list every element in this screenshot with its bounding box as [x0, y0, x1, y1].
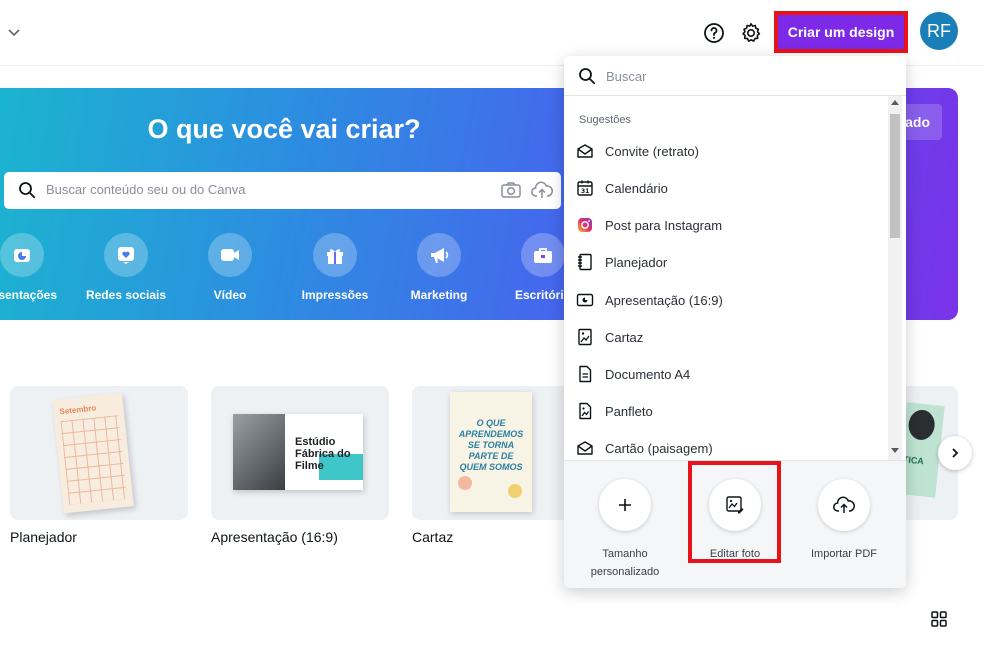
suggestion-calendar[interactable]: 31 Calendário: [576, 173, 876, 203]
document-icon: [579, 365, 592, 383]
chevron-right-icon: [952, 448, 959, 458]
import-pdf-action[interactable]: Importar PDF: [794, 479, 894, 563]
video-icon: [221, 249, 239, 261]
suggestion-instagram[interactable]: Post para Instagram: [576, 210, 876, 240]
help-icon[interactable]: [702, 21, 726, 45]
gear-icon[interactable]: [739, 21, 763, 45]
action-label: Importar PDF: [810, 548, 877, 560]
template-card-planner[interactable]: Setembro: [10, 386, 188, 520]
gift-icon: [327, 249, 343, 264]
template-label[interactable]: Planejador: [10, 529, 77, 545]
planner-icon: [578, 253, 592, 271]
template-label[interactable]: Apresentação (16:9): [211, 529, 338, 545]
suggestion-flyer[interactable]: Panfleto: [576, 396, 876, 426]
heart-icon: [118, 247, 134, 264]
suggestion-document[interactable]: Documento A4: [576, 359, 876, 389]
suggestion-planner[interactable]: Planejador: [576, 247, 876, 277]
avatar[interactable]: RF: [920, 12, 958, 50]
canva-home: Criar um design RF O que você vai criar?…: [0, 0, 984, 654]
briefcase-icon: [534, 248, 552, 263]
action-label: Tamanho personalizado: [590, 548, 660, 578]
hero-search-field[interactable]: Buscar conteúdo seu ou do Canva: [4, 172, 561, 209]
category-label: Impressões: [301, 288, 369, 302]
template-label[interactable]: Cartaz: [412, 529, 453, 545]
thumbnail-text: Setembro: [59, 403, 97, 417]
card-icon: [577, 441, 593, 455]
category-label: resentações: [0, 288, 58, 302]
category-label: Marketing: [410, 288, 468, 302]
action-label: Editar foto: [709, 548, 761, 560]
camera-search-icon[interactable]: [500, 180, 522, 200]
flyer-icon: [579, 402, 592, 420]
planner-thumbnail: Setembro: [52, 392, 134, 514]
image-edit-icon: [726, 496, 744, 514]
poster-icon: [578, 328, 592, 346]
calendar-icon: 31: [577, 180, 593, 196]
envelope-icon: [577, 144, 593, 158]
chevron-down-icon[interactable]: [6, 24, 22, 40]
presentation-thumbnail: Estúdio Fábrica do Filme: [233, 414, 363, 490]
hero-title: O que você vai criar?: [147, 114, 421, 144]
create-design-dropdown: Buscar Sugestões Convite (retrato) 31 Ca…: [564, 56, 906, 588]
scroll-thumb[interactable]: [890, 114, 900, 238]
cloud-upload-icon: [833, 496, 855, 513]
photo-placeholder: [233, 414, 285, 490]
custom-size-action[interactable]: Tamanho personalizado: [575, 479, 675, 581]
suggestion-card[interactable]: Cartão (paisagem): [576, 433, 876, 460]
thumbnail-text: Estúdio Fábrica do Filme: [295, 436, 351, 472]
create-design-button[interactable]: Criar um design: [774, 11, 908, 53]
search-icon: [579, 68, 596, 85]
carousel-next-button[interactable]: [938, 436, 972, 470]
suggestion-poster[interactable]: Cartaz: [576, 322, 876, 352]
poster-thumbnail: O QUE APRENDEMOS SE TORNA PARTE DE QUEM …: [450, 392, 532, 512]
hero-search-placeholder: Buscar conteúdo seu ou do Canva: [46, 182, 246, 197]
scroll-up-arrow-icon[interactable]: [891, 100, 899, 105]
plus-icon: [619, 499, 631, 511]
dropdown-scrollbar[interactable]: [888, 96, 902, 460]
category-label: Redes sociais: [85, 288, 167, 302]
search-icon: [19, 182, 36, 199]
category-social[interactable]: Redes sociais: [76, 233, 176, 302]
template-card-presentation[interactable]: Estúdio Fábrica do Filme: [211, 386, 389, 520]
grid-view-icon[interactable]: [930, 610, 948, 628]
dropdown-search-field[interactable]: Buscar: [564, 56, 906, 96]
megaphone-icon: [431, 248, 449, 263]
category-video[interactable]: Vídeo: [180, 233, 280, 302]
presentation-icon: [14, 249, 30, 262]
instagram-icon: [578, 218, 592, 232]
suggestion-presentation[interactable]: Apresentação (16:9): [576, 285, 876, 315]
category-print[interactable]: Impressões: [285, 233, 385, 302]
thumbnail-text: O QUE APRENDEMOS SE TORNA PARTE DE QUEM …: [458, 418, 524, 472]
category-marketing[interactable]: Marketing: [389, 233, 489, 302]
planner-grid: [60, 415, 127, 505]
category-label: Vídeo: [213, 288, 247, 302]
svg-text:31: 31: [581, 188, 589, 195]
suggestion-invitation[interactable]: Convite (retrato): [576, 136, 876, 166]
suggestion-list: Sugestões Convite (retrato) 31 Calendári…: [564, 96, 888, 460]
cloud-upload-icon[interactable]: [531, 180, 553, 200]
suggestions-heading: Sugestões: [579, 114, 631, 126]
dropdown-actions: Tamanho personalizado Editar foto Import…: [564, 460, 906, 588]
edit-photo-action[interactable]: Editar foto: [685, 479, 785, 563]
scroll-down-arrow-icon[interactable]: [891, 448, 899, 453]
category-presentations[interactable]: resentações: [0, 233, 72, 302]
dropdown-search-placeholder: Buscar: [606, 69, 647, 84]
presentation-icon: [576, 293, 594, 307]
